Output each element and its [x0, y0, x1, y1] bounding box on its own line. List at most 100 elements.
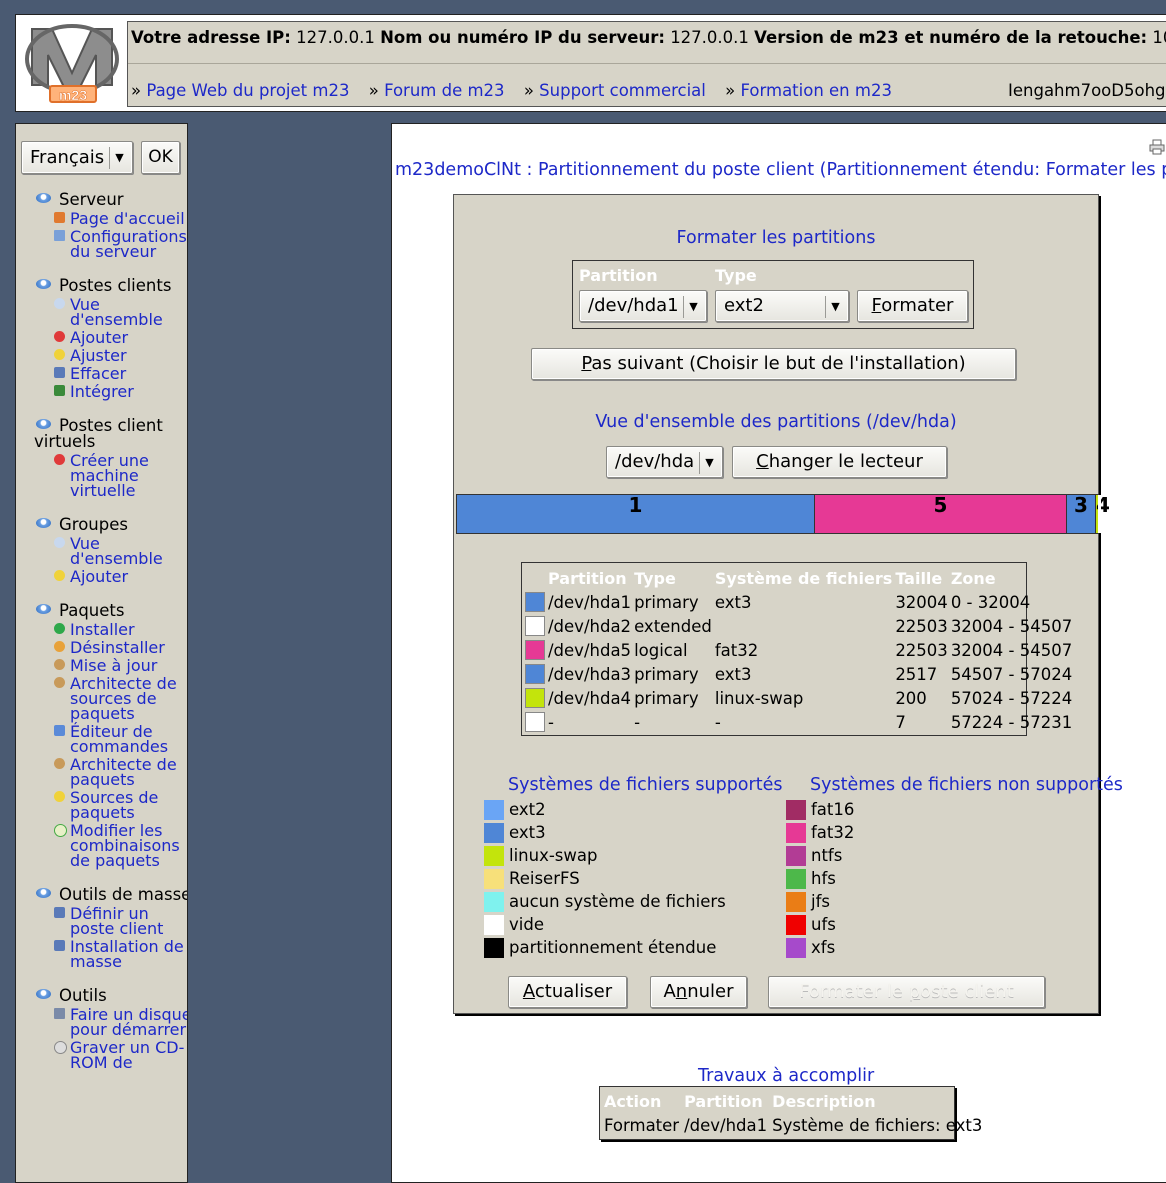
unsupported-fs-legend-label: ntfs	[811, 846, 843, 865]
table-header-partition: Partition	[548, 568, 627, 588]
main-content: m23demoClNt : Partitionnement du poste c…	[391, 123, 1166, 1183]
table-cell-type: primary	[634, 664, 699, 684]
supported-fs-title: Systèmes de fichiers supportés	[508, 775, 783, 795]
sidebar-item-command-editor[interactable]: Éditeur de commandes	[70, 722, 168, 756]
table-cell-fs: -	[714, 712, 721, 732]
unsupported-fs-legend-item: ufs	[786, 913, 854, 936]
supported-fs-legend-label: partitionnement étendue	[509, 938, 717, 957]
partition-select[interactable]: /dev/hda1 ▼	[579, 290, 707, 322]
sidebar-item-clients-integrate[interactable]: Intégrer	[70, 382, 134, 401]
magnifier-icon	[54, 537, 65, 548]
group-bullet-icon	[36, 604, 51, 614]
sidebar-item-packages-update[interactable]: Mise à jour	[70, 656, 157, 675]
color-swatch	[786, 822, 806, 843]
format-partition-button[interactable]: Formater	[857, 290, 968, 322]
next-step-button[interactable]: Pas suivant (Choisir le but de l'install…	[531, 348, 1016, 380]
language-ok-button[interactable]: OK	[141, 141, 180, 174]
sidebar-item-mass-install[interactable]: Installation de masse	[70, 937, 184, 971]
sidebar-item-packages-uninstall[interactable]: Désinstaller	[70, 638, 165, 657]
table-row: /dev/hda1 primary ext3 32004 0 - 32004	[525, 590, 1075, 614]
color-swatch	[484, 822, 504, 843]
link-support[interactable]: Support commercial	[539, 81, 706, 100]
jobs-cell-partition: /dev/hda1	[684, 1115, 768, 1135]
table-cell-zone: 32004 - 54507	[950, 640, 1073, 660]
color-swatch	[786, 845, 806, 866]
table-cell-size: 22503	[895, 616, 948, 636]
server-label: Nom ou numéro IP du serveur:	[380, 28, 665, 47]
link-project-web[interactable]: Page Web du projet m23	[146, 81, 349, 100]
table-cell-partition: /dev/hda2	[548, 616, 632, 636]
table-row: - - - 7 57224 - 57231	[525, 710, 1075, 734]
color-swatch	[525, 712, 545, 733]
partition-bar-segment[interactable]: 3	[1067, 495, 1096, 533]
mass-install-icon	[54, 940, 65, 951]
sidebar-item-clients-add[interactable]: Ajouter	[70, 328, 128, 347]
sidebar-item-groups-overview[interactable]: Vue d'ensemble	[70, 534, 163, 568]
sidebar: Français ▼ OK Serveur Page d'accueil Con…	[15, 123, 188, 1183]
color-swatch	[525, 592, 545, 613]
unsupported-fs-legend-label: fat16	[811, 800, 855, 819]
filesystem-type-select[interactable]: ext2 ▼	[715, 290, 849, 322]
partition-bar-segment[interactable]: 1	[457, 495, 815, 533]
sidebar-item-server-config[interactable]: Configurations du serveur	[70, 227, 187, 261]
sidebar-item-boot-disk[interactable]: Faire un disque pour démarrer	[70, 1005, 187, 1039]
sidebar-item-clients-delete[interactable]: Effacer	[70, 364, 126, 383]
jobs-header-row: Action Partition Description	[604, 1089, 987, 1113]
sidebar-item-clients-overview[interactable]: Vue d'ensemble	[70, 295, 163, 329]
unsupported-fs-legend-item: xfs	[786, 936, 854, 959]
table-cell-partition: /dev/hda1	[548, 592, 632, 612]
partition-select-value: /dev/hda1	[588, 295, 679, 316]
sidebar-item-source-architect[interactable]: Architecte de sources de paquets	[70, 674, 177, 723]
sidebar-item-packages-install[interactable]: Installer	[70, 620, 135, 639]
sidebar-item-package-architect[interactable]: Architecte de paquets	[70, 755, 177, 789]
color-swatch	[786, 937, 806, 958]
group-title: Outils	[59, 986, 107, 1005]
link-forum[interactable]: Forum de m23	[384, 81, 505, 100]
drive-select[interactable]: /dev/hda ▼	[606, 446, 723, 478]
group-bullet-icon	[36, 888, 51, 898]
jobs-cell-description: Système de fichiers: ext3	[772, 1115, 983, 1135]
supported-fs-legend-label: linux-swap	[509, 846, 598, 865]
table-row: /dev/hda5 logical fat32 22503 32004 - 54507	[525, 638, 1075, 662]
color-swatch	[484, 799, 504, 820]
table-cell-size: 22503	[895, 640, 948, 660]
partition-bar-segment[interactable]: 5	[815, 495, 1067, 533]
partition-bar-label: 1	[628, 493, 643, 517]
uninstall-icon	[54, 641, 65, 652]
unsupported-fs-legend-label: xfs	[811, 938, 836, 957]
sidebar-item-package-combinations[interactable]: Modifier les combinaisons de paquets	[70, 821, 180, 870]
unsupported-fs-legend-label: fat32	[811, 823, 855, 842]
table-row: /dev/hda4 primary linux-swap 200 57024 - 572…	[525, 686, 1075, 710]
partition-bar-segment[interactable]	[1098, 495, 1101, 533]
sidebar-item-burn-cdrom[interactable]: Graver un CD-ROM de	[70, 1038, 184, 1072]
table-header-row: Partition Type Système de fichiers Taill…	[525, 566, 1075, 590]
server-info-box: Votre adresse IP: 127.0.0.1 Nom ou numér…	[127, 21, 1166, 107]
table-header-size: Taille	[895, 568, 943, 588]
sidebar-item-create-vm[interactable]: Créer une machine virtuelle	[70, 451, 149, 500]
supported-fs-legend-label: ext3	[509, 823, 546, 842]
dropdown-arrow-icon: ▼	[109, 147, 129, 169]
link-prefix: »	[368, 81, 379, 100]
language-select[interactable]: Français ▼	[21, 141, 133, 174]
add-client-icon	[54, 331, 65, 342]
sidebar-item-clients-adjust[interactable]: Ajuster	[70, 346, 127, 365]
link-training[interactable]: Formation en m23	[741, 81, 892, 100]
sidebar-item-package-sources[interactable]: Sources de paquets	[70, 788, 158, 822]
table-cell-zone: 54507 - 57024	[950, 664, 1073, 684]
dropdown-arrow-icon: ▼	[683, 296, 703, 318]
cancel-button[interactable]: Annuler	[650, 976, 747, 1008]
sidebar-item-groups-add[interactable]: Ajouter	[70, 567, 128, 586]
sidebar-item-define-client[interactable]: Définir un poste client	[70, 904, 163, 938]
table-cell-size: 7	[895, 712, 906, 732]
sidebar-item-home[interactable]: Page d'accueil	[70, 209, 185, 228]
dropdown-arrow-icon: ▼	[825, 296, 845, 318]
refresh-button[interactable]: Actualiser	[508, 976, 627, 1008]
printer-icon[interactable]	[1149, 139, 1165, 155]
group-title: Outils de masse	[59, 885, 188, 904]
settings-icon	[54, 230, 65, 241]
change-drive-button[interactable]: Changer le lecteur	[732, 446, 947, 478]
group-title: Groupes	[59, 515, 128, 534]
menu-group-tools: Outils Faire un disque pour démarrer Gra…	[34, 986, 187, 1072]
color-swatch	[525, 664, 545, 685]
unsupported-fs-legend-item: fat32	[786, 821, 854, 844]
